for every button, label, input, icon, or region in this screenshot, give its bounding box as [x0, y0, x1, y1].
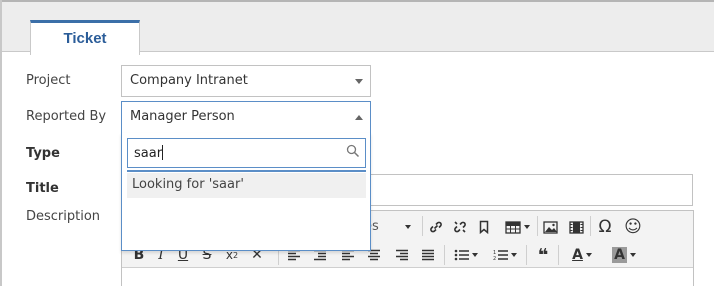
title-input[interactable] [370, 174, 693, 206]
reported-by-select-value: Manager Person [130, 109, 235, 124]
toolbar-separator [444, 245, 445, 265]
background-color-icon[interactable]: A [606, 244, 642, 266]
toolbar-separator [537, 216, 538, 236]
dropdown-separator [127, 170, 366, 172]
image-icon[interactable] [540, 216, 560, 238]
justify-icon[interactable] [418, 244, 438, 266]
chevron-down-icon [405, 225, 411, 229]
description-label: Description [26, 209, 101, 224]
bookmark-icon[interactable] [474, 216, 494, 238]
toolbar-separator [558, 245, 559, 265]
unlink-icon[interactable] [450, 216, 470, 238]
blockquote-icon[interactable]: ❝ [532, 244, 554, 266]
project-select-value: Company Intranet [130, 73, 248, 88]
dropdown-search-text: saar [134, 146, 163, 161]
dropdown-option[interactable]: Looking for 'saar' [127, 173, 366, 198]
chevron-down-icon [629, 253, 636, 257]
svg-text:2: 2 [493, 256, 496, 261]
tab-ticket[interactable]: Ticket [30, 20, 140, 55]
text-cursor [162, 145, 164, 160]
bullet-list-icon[interactable] [449, 244, 483, 266]
toolbar-separator [422, 216, 423, 236]
reported-by-select[interactable]: Manager Person [121, 101, 371, 133]
chevron-down-icon [355, 79, 363, 84]
reported-by-dropdown: saar Looking for 'saar' [121, 133, 371, 251]
omega-icon[interactable]: Ω [594, 216, 616, 238]
ticket-form-window: Ticket Project Company Intranet Reported… [0, 0, 714, 286]
smiley-icon[interactable]: ☺ [622, 216, 644, 238]
link-icon[interactable] [426, 216, 446, 238]
chevron-down-icon [472, 253, 478, 257]
background-color-glyph: A [612, 247, 627, 263]
title-label: Title [26, 181, 59, 196]
editor-content-area[interactable] [122, 267, 693, 286]
toolbar-separator [590, 216, 591, 236]
chevron-down-icon [511, 253, 517, 257]
type-label: Type [26, 146, 60, 161]
search-icon [346, 144, 360, 158]
chevron-down-icon [585, 253, 592, 257]
table-icon[interactable] [500, 216, 534, 238]
tab-ticket-label: Ticket [63, 30, 107, 47]
chevron-up-icon [355, 115, 363, 120]
dropdown-search-input[interactable]: saar [127, 138, 366, 168]
toolbar-separator [526, 245, 527, 265]
project-select[interactable]: Company Intranet [121, 65, 371, 97]
dropdown-option-label: Looking for 'saar' [132, 177, 244, 192]
style-select[interactable]: es [364, 217, 418, 237]
text-color-icon[interactable]: A [564, 244, 600, 266]
align-right-icon[interactable] [392, 244, 412, 266]
video-icon[interactable] [566, 216, 586, 238]
tab-strip: Ticket [2, 2, 714, 55]
text-color-glyph: A [572, 247, 583, 263]
reported-by-label: Reported By [26, 109, 107, 124]
project-label: Project [26, 73, 71, 88]
numbered-list-icon[interactable]: 12 [488, 244, 522, 266]
chevron-down-icon [523, 225, 530, 229]
